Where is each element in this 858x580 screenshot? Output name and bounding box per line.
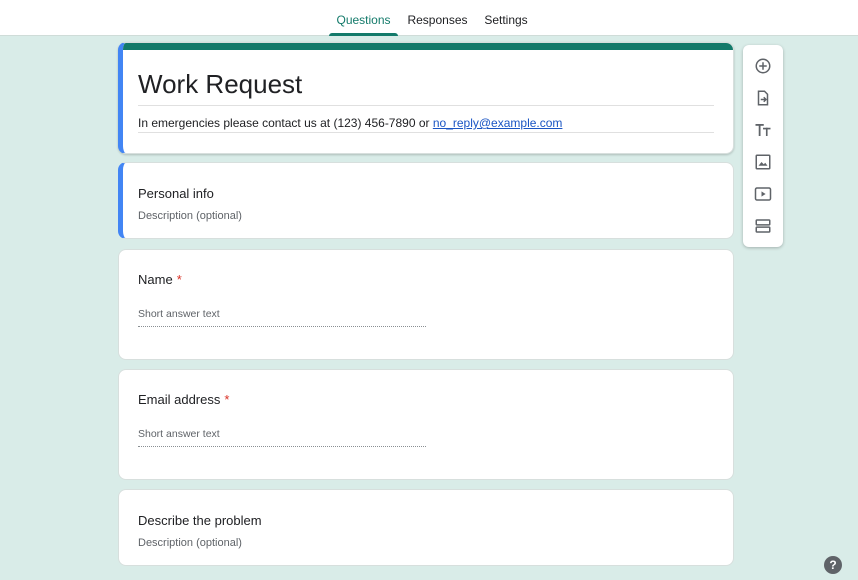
question-card-email[interactable]: Email address * Short answer text: [118, 369, 734, 480]
question-title: Email address *: [138, 392, 229, 407]
tab-questions[interactable]: Questions: [329, 0, 398, 36]
required-asterisk: *: [224, 392, 230, 407]
title-underline: [138, 105, 714, 106]
short-answer-placeholder: Short answer text: [138, 308, 220, 320]
question-card-name[interactable]: Name * Short answer text: [118, 249, 734, 360]
help-icon[interactable]: ?: [824, 556, 842, 574]
question-title-text: Email address: [138, 392, 221, 407]
form-description-text: In emergencies please contact us at (123…: [138, 116, 433, 130]
add-video-icon[interactable]: [752, 183, 774, 205]
add-image-icon[interactable]: [752, 151, 774, 173]
question-title: Name *: [138, 272, 182, 287]
section-card-personal-info[interactable]: Personal info Description (optional): [118, 162, 734, 239]
email-link[interactable]: no_reply@example.com: [433, 116, 563, 130]
section-card-describe-problem[interactable]: Describe the problem Description (option…: [118, 489, 734, 566]
short-answer-underline: [138, 446, 426, 447]
tab-responses[interactable]: Responses: [404, 0, 471, 36]
section-title[interactable]: Describe the problem: [138, 513, 262, 528]
required-asterisk: *: [176, 272, 182, 287]
title-card-color-band: [123, 43, 733, 50]
top-tab-bar: Questions Responses Settings: [0, 0, 858, 36]
add-section-icon[interactable]: [752, 215, 774, 237]
add-title-icon[interactable]: [752, 119, 774, 141]
add-question-icon[interactable]: [752, 55, 774, 77]
description-underline: [138, 132, 714, 133]
section-title[interactable]: Personal info: [138, 186, 214, 201]
import-questions-icon[interactable]: [752, 87, 774, 109]
floating-toolbar: [743, 45, 783, 247]
question-title-text: Name: [138, 272, 173, 287]
form-description[interactable]: In emergencies please contact us at (123…: [138, 116, 562, 130]
form-title[interactable]: Work Request: [138, 69, 302, 100]
form-title-card[interactable]: Work Request In emergencies please conta…: [118, 42, 734, 154]
section-description-placeholder[interactable]: Description (optional): [138, 210, 242, 222]
tab-settings[interactable]: Settings: [478, 0, 534, 36]
short-answer-underline: [138, 326, 426, 327]
short-answer-placeholder: Short answer text: [138, 428, 220, 440]
section-description-placeholder[interactable]: Description (optional): [138, 537, 242, 549]
